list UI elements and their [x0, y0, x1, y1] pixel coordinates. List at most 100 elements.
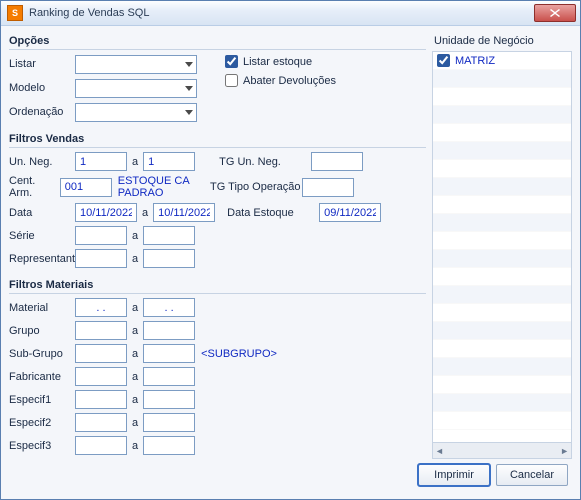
espec2-to[interactable]: [143, 413, 195, 432]
material-to[interactable]: [143, 298, 195, 317]
list-item[interactable]: [433, 160, 571, 178]
chevron-right-icon[interactable]: ►: [560, 446, 569, 456]
sep-a-4: a: [132, 253, 138, 265]
subgrupo-label: Sub-Grupo: [9, 348, 75, 360]
list-item[interactable]: [433, 70, 571, 88]
subgrupo-from[interactable]: [75, 344, 127, 363]
tg-tipo-input[interactable]: [302, 178, 354, 197]
cancelar-button[interactable]: Cancelar: [496, 464, 568, 486]
listar-label: Listar: [9, 58, 75, 70]
chk-abater[interactable]: Abater Devoluções: [225, 74, 336, 87]
sep-a-m2: a: [132, 325, 138, 337]
fabricante-label: Fabricante: [9, 371, 75, 383]
serie-label: Série: [9, 230, 75, 242]
list-item[interactable]: [433, 304, 571, 322]
sep-a-m4: a: [132, 371, 138, 383]
list-item[interactable]: [433, 340, 571, 358]
list-item[interactable]: [433, 376, 571, 394]
espec2-label: Especif2: [9, 417, 75, 429]
orden-label: Ordenação: [9, 106, 75, 118]
cent-arm-desc: ESTOQUE CA PADRAO: [118, 175, 210, 199]
unidade-list[interactable]: MATRIZ: [432, 51, 572, 459]
espec3-label: Especif3: [9, 440, 75, 452]
espec3-from[interactable]: [75, 436, 127, 455]
list-item[interactable]: [433, 250, 571, 268]
sep-a: a: [132, 156, 138, 168]
close-button[interactable]: [534, 4, 576, 22]
chk-abater-label: Abater Devoluções: [243, 75, 336, 87]
list-item[interactable]: [433, 214, 571, 232]
list-item[interactable]: [433, 358, 571, 376]
rep-from[interactable]: [75, 249, 127, 268]
un-neg-from[interactable]: [75, 152, 127, 171]
data-from[interactable]: [75, 203, 137, 222]
grupo-to[interactable]: [143, 321, 195, 340]
list-item[interactable]: [433, 178, 571, 196]
un-neg-to[interactable]: [143, 152, 195, 171]
chk-listar-estoque-input[interactable]: [225, 55, 238, 68]
fabricante-to[interactable]: [143, 367, 195, 386]
group-filtros-materiais: Filtros Materiais Material a Grupo a: [9, 276, 426, 459]
app-icon: S: [7, 5, 23, 21]
list-item[interactable]: [433, 268, 571, 286]
tg-un-neg-input[interactable]: [311, 152, 363, 171]
data-estoque-input[interactable]: [319, 203, 381, 222]
filtros-vendas-title: Filtros Vendas: [9, 130, 426, 148]
h-scrollbar[interactable]: ◄ ►: [433, 442, 571, 458]
tg-un-neg-label: TG Un. Neg.: [219, 156, 311, 168]
serie-from[interactable]: [75, 226, 127, 245]
cent-arm-input[interactable]: [60, 178, 112, 197]
left-column: Opções Listar Modelo: [9, 32, 426, 459]
list-item[interactable]: [433, 196, 571, 214]
list-item[interactable]: [433, 232, 571, 250]
list-item[interactable]: MATRIZ: [433, 52, 571, 70]
data-to[interactable]: [153, 203, 215, 222]
list-item[interactable]: [433, 106, 571, 124]
list-item[interactable]: [433, 124, 571, 142]
sep-a-m6: a: [132, 417, 138, 429]
chk-listar-estoque-label: Listar estoque: [243, 56, 312, 68]
list-item[interactable]: [433, 142, 571, 160]
opcoes-title: Opções: [9, 32, 426, 50]
chk-abater-input[interactable]: [225, 74, 238, 87]
sep-a-3: a: [132, 230, 138, 242]
list-item[interactable]: [433, 322, 571, 340]
sep-a-2: a: [142, 207, 148, 219]
list-item[interactable]: [433, 412, 571, 430]
cent-arm-label: Cent. Arm.: [9, 175, 60, 199]
footer: Imprimir Cancelar: [9, 459, 572, 491]
close-icon: [550, 9, 560, 17]
espec3-to[interactable]: [143, 436, 195, 455]
grupo-from[interactable]: [75, 321, 127, 340]
list-item[interactable]: [433, 286, 571, 304]
window-title: Ranking de Vendas SQL: [29, 7, 534, 19]
espec2-from[interactable]: [75, 413, 127, 432]
tg-tipo-label: TG Tipo Operação: [210, 181, 302, 193]
sep-a-m3: a: [132, 348, 138, 360]
subgrupo-hint: <SUBGRUPO>: [201, 348, 277, 360]
list-item[interactable]: [433, 394, 571, 412]
chevron-left-icon[interactable]: ◄: [435, 446, 444, 456]
unidade-title: Unidade de Negócio: [432, 32, 572, 51]
serie-to[interactable]: [143, 226, 195, 245]
listar-select[interactable]: [75, 55, 197, 74]
group-opcoes: Opções Listar Modelo: [9, 32, 426, 126]
modelo-select[interactable]: [75, 79, 197, 98]
data-label: Data: [9, 207, 75, 219]
sep-a-m7: a: [132, 440, 138, 452]
imprimir-button[interactable]: Imprimir: [418, 464, 490, 486]
group-filtros-vendas: Filtros Vendas Un. Neg. a TG Un. Neg. Ce…: [9, 130, 426, 272]
fabricante-from[interactable]: [75, 367, 127, 386]
sep-a-m5: a: [132, 394, 138, 406]
rep-to[interactable]: [143, 249, 195, 268]
unidade-check[interactable]: [437, 54, 450, 67]
chk-listar-estoque[interactable]: Listar estoque: [225, 55, 336, 68]
orden-select[interactable]: [75, 103, 197, 122]
material-from[interactable]: [75, 298, 127, 317]
subgrupo-to[interactable]: [143, 344, 195, 363]
list-item[interactable]: [433, 88, 571, 106]
espec1-to[interactable]: [143, 390, 195, 409]
unidade-item-label: MATRIZ: [455, 55, 495, 67]
espec1-from[interactable]: [75, 390, 127, 409]
modelo-label: Modelo: [9, 82, 75, 94]
